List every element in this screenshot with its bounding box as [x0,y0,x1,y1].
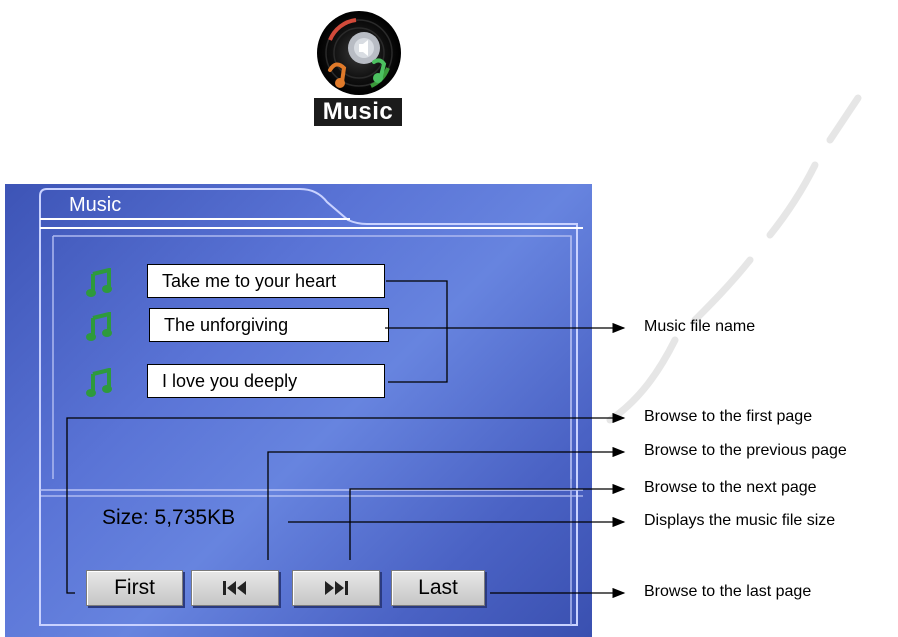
annotation-last-page: Browse to the last page [644,583,812,600]
app-icon-caption: Music [314,98,402,126]
watermark [606,94,862,424]
music-note-icon [86,368,112,397]
annotation-first-page: Browse to the first page [644,408,813,425]
panel-title: Music [69,194,122,216]
music-panel: Music Take me to your heart The unforgiv… [5,184,592,637]
song-row[interactable]: The unforgiving [85,308,405,348]
last-page-button[interactable]: Last [391,570,485,606]
annotation-file-size: Displays the music file size [644,512,836,529]
skip-previous-icon [223,581,246,595]
first-page-button[interactable]: First [86,570,183,606]
music-disc-icon [317,11,401,95]
skip-next-icon [325,581,348,595]
song-name-box: The unforgiving [149,308,389,342]
music-app-icon[interactable]: Music [314,10,414,126]
music-note-icon [86,268,112,297]
annotation-file-name: Music file name [644,318,756,335]
song-name-box: I love you deeply [147,364,385,398]
annotation-next-page: Browse to the next page [644,479,817,496]
next-page-button[interactable] [292,570,380,606]
song-name-box: Take me to your heart [147,264,385,298]
song-row[interactable]: I love you deeply [85,364,405,404]
annotation-previous-page: Browse to the previous page [644,442,847,459]
previous-page-button[interactable] [191,570,279,606]
music-note-icon [86,312,112,341]
song-row[interactable]: Take me to your heart [85,264,405,304]
file-size-label: Size: 5,735KB [102,506,236,529]
